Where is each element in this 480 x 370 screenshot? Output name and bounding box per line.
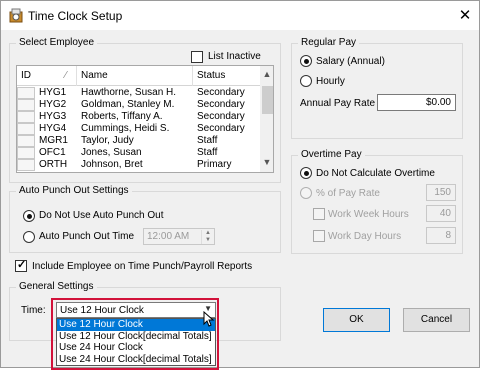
grid-header: ID ⁄ Name Status — [17, 66, 260, 86]
work-week-label: Work Week Hours — [328, 209, 409, 220]
row-name: Jones, Susan — [81, 147, 142, 158]
no-overtime-label: Do Not Calculate Overtime — [316, 168, 435, 179]
row-name: Goldman, Stanley M. — [81, 99, 175, 110]
row-status: Secondary — [197, 87, 245, 98]
row-id: HYG2 — [39, 99, 67, 110]
column-header-status[interactable]: Status — [193, 66, 260, 86]
auto-punch-time-value: 12:00 AM — [147, 231, 190, 242]
salary-label: Salary (Annual) — [316, 56, 385, 67]
row-header — [17, 147, 35, 159]
row-id: OFC1 — [39, 147, 66, 158]
row-status: Primary — [197, 159, 232, 170]
auto-punch-time-label: Auto Punch Out Time — [39, 231, 135, 242]
percent-pay-rate-field[interactable]: 150 — [426, 184, 456, 201]
annual-pay-rate-label: Annual Pay Rate — [300, 98, 376, 109]
row-status: Secondary — [197, 99, 245, 110]
cancel-button[interactable]: Cancel — [403, 308, 470, 332]
annual-pay-rate-field[interactable]: $0.00 — [377, 94, 456, 111]
no-auto-punch-label: Do Not Use Auto Punch Out — [39, 210, 164, 221]
scroll-down-icon[interactable]: ▼ — [260, 154, 273, 170]
sort-indicator-icon: ⁄ — [65, 70, 67, 81]
highlight-frame — [51, 298, 219, 370]
title-bar: Time Clock Setup ✕ — [1, 1, 479, 30]
row-id: HYG1 — [39, 87, 67, 98]
time-label: Time: — [21, 305, 46, 316]
row-name: Cummings, Heidi S. — [81, 123, 170, 134]
percent-pay-rate-label: % of Pay Rate — [316, 188, 380, 199]
work-week-checkbox[interactable] — [313, 208, 325, 220]
overtime-pay-legend: Overtime Pay — [298, 149, 365, 160]
row-id: HYG4 — [39, 123, 67, 134]
auto-punch-out-legend: Auto Punch Out Settings — [16, 185, 132, 196]
salary-radio[interactable] — [300, 55, 312, 67]
row-id: HYG3 — [39, 111, 67, 122]
table-row[interactable]: MGR1 Taylor, Judy Staff — [17, 135, 260, 147]
column-header-id-label: ID — [21, 70, 31, 81]
row-status: Staff — [197, 135, 218, 146]
column-header-name[interactable]: Name — [77, 66, 193, 86]
table-row[interactable]: OFC1 Jones, Susan Staff — [17, 147, 260, 159]
work-day-field[interactable]: 8 — [426, 227, 456, 244]
select-employee-legend: Select Employee — [16, 37, 98, 48]
table-row[interactable]: HYG2 Goldman, Stanley M. Secondary — [17, 99, 260, 111]
time-clock-setup-window: Time Clock Setup ✕ Select Employee List … — [0, 0, 480, 370]
scroll-thumb[interactable] — [262, 86, 273, 114]
table-row[interactable]: ORTH Johnson, Bret Primary — [17, 159, 260, 171]
include-employee-checkbox[interactable] — [15, 258, 27, 272]
row-header — [17, 159, 35, 171]
work-day-label: Work Day Hours — [328, 231, 402, 242]
work-week-field[interactable]: 40 — [426, 205, 456, 222]
scroll-up-icon[interactable]: ▲ — [260, 66, 273, 82]
list-inactive-label: List Inactive — [208, 51, 261, 62]
row-id: ORTH — [39, 159, 68, 170]
employee-grid: ID ⁄ Name Status HYG1 Hawthorne, Susan H… — [16, 65, 274, 173]
no-auto-punch-radio[interactable] — [23, 210, 35, 222]
row-name: Taylor, Judy — [81, 135, 134, 146]
row-status: Secondary — [197, 111, 245, 122]
include-employee-label: Include Employee on Time Punch/Payroll R… — [32, 261, 253, 272]
row-header — [17, 111, 35, 123]
close-icon[interactable]: ✕ — [451, 1, 479, 30]
hourly-radio[interactable] — [300, 75, 312, 87]
window-title: Time Clock Setup — [28, 9, 123, 23]
row-header — [17, 87, 35, 99]
clock-app-icon — [9, 8, 23, 23]
no-overtime-radio[interactable] — [300, 167, 312, 179]
percent-pay-rate-radio[interactable] — [300, 187, 312, 199]
row-id: MGR1 — [39, 135, 68, 146]
row-header — [17, 123, 35, 135]
hourly-label: Hourly — [316, 76, 345, 87]
row-status: Staff — [197, 147, 218, 158]
column-header-id[interactable]: ID ⁄ — [17, 66, 77, 86]
row-status: Secondary — [197, 123, 245, 134]
regular-pay-legend: Regular Pay — [298, 37, 360, 48]
table-row[interactable]: HYG4 Cummings, Heidi S. Secondary — [17, 123, 260, 135]
row-name: Roberts, Tiffany A. — [81, 111, 163, 122]
auto-punch-time-field[interactable]: 12:00 AM ▲ ▼ — [143, 228, 215, 245]
row-header — [17, 135, 35, 147]
employee-grid-scrollbar[interactable]: ▲ ▼ — [260, 66, 273, 172]
table-row[interactable]: HYG1 Hawthorne, Susan H. Secondary — [17, 87, 260, 99]
table-row[interactable]: HYG3 Roberts, Tiffany A. Secondary — [17, 111, 260, 123]
list-inactive-checkbox[interactable] — [191, 51, 203, 63]
general-settings-legend: General Settings — [16, 281, 97, 292]
row-name: Johnson, Bret — [81, 159, 143, 170]
ok-button[interactable]: OK — [323, 308, 390, 332]
auto-punch-time-radio[interactable] — [23, 231, 35, 243]
row-header — [17, 99, 35, 111]
row-name: Hawthorne, Susan H. — [81, 87, 177, 98]
mouse-cursor-icon — [203, 311, 215, 327]
work-day-checkbox[interactable] — [313, 230, 325, 242]
time-spinner-icon[interactable]: ▲ ▼ — [201, 230, 214, 244]
